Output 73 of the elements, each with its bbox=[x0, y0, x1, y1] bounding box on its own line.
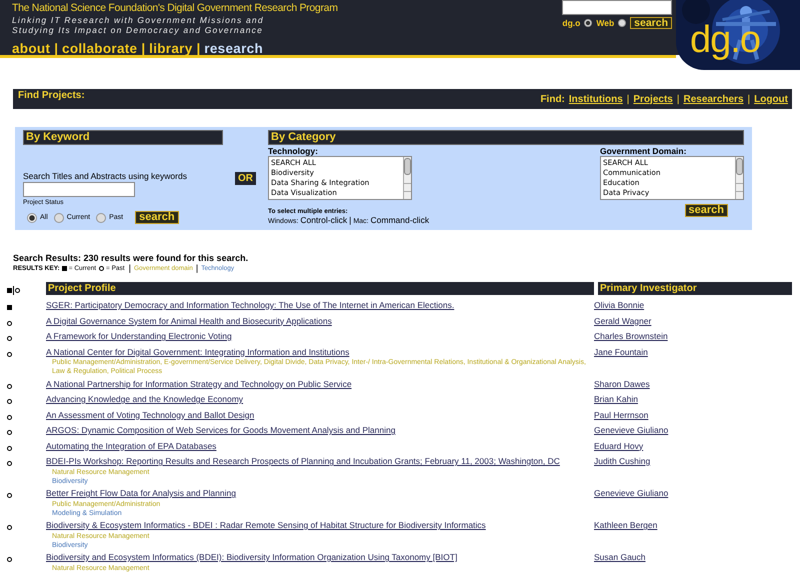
field-label: Search Titles and Abstracts using keywords bbox=[23, 171, 188, 181]
investigator-link[interactable]: Olivia Bonnie bbox=[594, 300, 644, 310]
find-link[interactable]: Institutions bbox=[568, 94, 623, 104]
keyword-field[interactable] bbox=[23, 182, 135, 197]
investigator-link[interactable]: Susan Gauch bbox=[594, 552, 646, 562]
investigator-link[interactable]: Genevieve Giuliano bbox=[594, 488, 668, 498]
status-key-icon bbox=[7, 284, 20, 295]
link-separator: | bbox=[626, 94, 630, 104]
status-icon bbox=[62, 266, 67, 270]
link-separator: | bbox=[748, 94, 750, 104]
or-label: OR bbox=[235, 172, 256, 184]
hint-text: Control-click bbox=[300, 215, 348, 225]
find-bar-title: Find Projects: bbox=[18, 90, 85, 100]
scrollbar[interactable] bbox=[735, 157, 743, 199]
key-separator: | bbox=[128, 263, 131, 273]
project-link[interactable]: Biodiversity & Ecosystem Informatics - BDEI : Radar Remote Sensing of Habitat Structure for Biodiversity Informatics bbox=[46, 520, 486, 530]
project-link[interactable]: A National Center for Digital Government: Integrating Information and Institutions bbox=[46, 346, 350, 356]
investigator-link[interactable]: Jane Fountain bbox=[594, 346, 648, 356]
project-link[interactable]: A National Partnership for Information Strategy and Technology on Public Service bbox=[46, 378, 352, 388]
search-button[interactable]: search bbox=[135, 211, 179, 224]
site-title: The National Science Foundation's Digital Government Research Program bbox=[12, 2, 339, 14]
radio-button[interactable] bbox=[96, 212, 106, 222]
investigator-link[interactable]: Gerald Wagner bbox=[594, 316, 652, 326]
project-link[interactable]: Automating the Integration of EPA Databases bbox=[46, 440, 216, 450]
hint-text: | bbox=[349, 215, 352, 225]
project-link[interactable]: SGER: Participatory Democracy and Information Technology: The Use of The Internet in American Elections. bbox=[46, 300, 454, 310]
nav-link[interactable]: about bbox=[12, 41, 50, 56]
section-heading: By Category bbox=[268, 130, 744, 145]
nav-link[interactable]: collaborate bbox=[62, 41, 138, 56]
results-summary: Search Results: 230 results were found for this search. bbox=[13, 253, 250, 263]
search-field[interactable] bbox=[562, 0, 672, 15]
project-link[interactable]: BDEI-PIs Workshop: Reporting Results and Research Prospects of Planning and Incubation Grants; February 11, 2003; Washington, DC bbox=[46, 456, 560, 466]
radio-button[interactable] bbox=[618, 19, 626, 27]
investigator-link[interactable]: Charles Brownstein bbox=[594, 331, 668, 341]
scrollbar[interactable] bbox=[403, 157, 411, 199]
logo-text: dg.o bbox=[690, 20, 760, 60]
find-link[interactable]: Projects bbox=[633, 94, 673, 104]
project-link[interactable]: ARGOS: Dynamic Composition of Web Services for Goods Movement Analysis and Planning bbox=[46, 425, 396, 435]
column-header: Primary Investigator bbox=[598, 282, 792, 295]
investigator-link[interactable]: Sharon Dawes bbox=[594, 378, 650, 388]
key-separator: | bbox=[196, 263, 198, 273]
radio-button[interactable] bbox=[584, 19, 592, 27]
investigator-link[interactable]: Brian Kahin bbox=[594, 394, 638, 404]
radio-label: dg.o bbox=[562, 18, 580, 28]
status-icon bbox=[99, 266, 104, 270]
investigator-link[interactable]: Genevieve Giuliano bbox=[594, 425, 668, 435]
project-link[interactable]: Biodiversity and Ecosystem Informatics (BDEI): Biodiversity Information Organization Using Taxonomy [BIOT] bbox=[46, 552, 458, 562]
search-button[interactable]: search bbox=[684, 204, 728, 217]
search-button[interactable]: search bbox=[630, 17, 672, 29]
site-tagline: Linking IT Research with Government Missions and Studying Its Impact on Democracy and Governance bbox=[12, 15, 265, 35]
investigator-link[interactable]: Judith Cushing bbox=[594, 456, 650, 466]
section-heading: By Keyword bbox=[23, 130, 223, 145]
project-link[interactable]: A Digital Governance System for Animal Health and Biosecurity Applications bbox=[46, 316, 332, 326]
column-header: Project Profile bbox=[46, 282, 594, 295]
investigator-link[interactable]: Paul Herrnson bbox=[594, 410, 648, 420]
list-label: Government Domain: bbox=[600, 146, 688, 156]
list-label: Technology: bbox=[268, 146, 319, 156]
hint-text: Command-click bbox=[370, 215, 430, 225]
link-separator: | bbox=[676, 94, 680, 104]
radio-button[interactable] bbox=[27, 212, 37, 222]
investigator-link[interactable]: Eduard Hovy bbox=[594, 440, 644, 450]
investigator-link[interactable]: Kathleen Bergen bbox=[594, 520, 658, 530]
find-label: Find: bbox=[540, 94, 565, 104]
project-link[interactable]: An Assessment of Voting Technology and Ballot Design bbox=[46, 410, 254, 420]
find-link[interactable]: Logout bbox=[754, 94, 788, 104]
radio-button[interactable] bbox=[54, 212, 64, 222]
nav-link[interactable]: library bbox=[149, 41, 193, 56]
radio-label: Web bbox=[596, 18, 614, 28]
nav-link[interactable]: research bbox=[204, 41, 263, 56]
project-link[interactable]: Better Freight Flow Data for Analysis and Planning bbox=[46, 488, 236, 498]
find-link[interactable]: Researchers bbox=[683, 94, 744, 104]
project-link[interactable]: Advancing Knowledge and the Knowledge Economy bbox=[46, 394, 244, 404]
project-link[interactable]: A Framework for Understanding Electronic Voting bbox=[46, 331, 232, 341]
